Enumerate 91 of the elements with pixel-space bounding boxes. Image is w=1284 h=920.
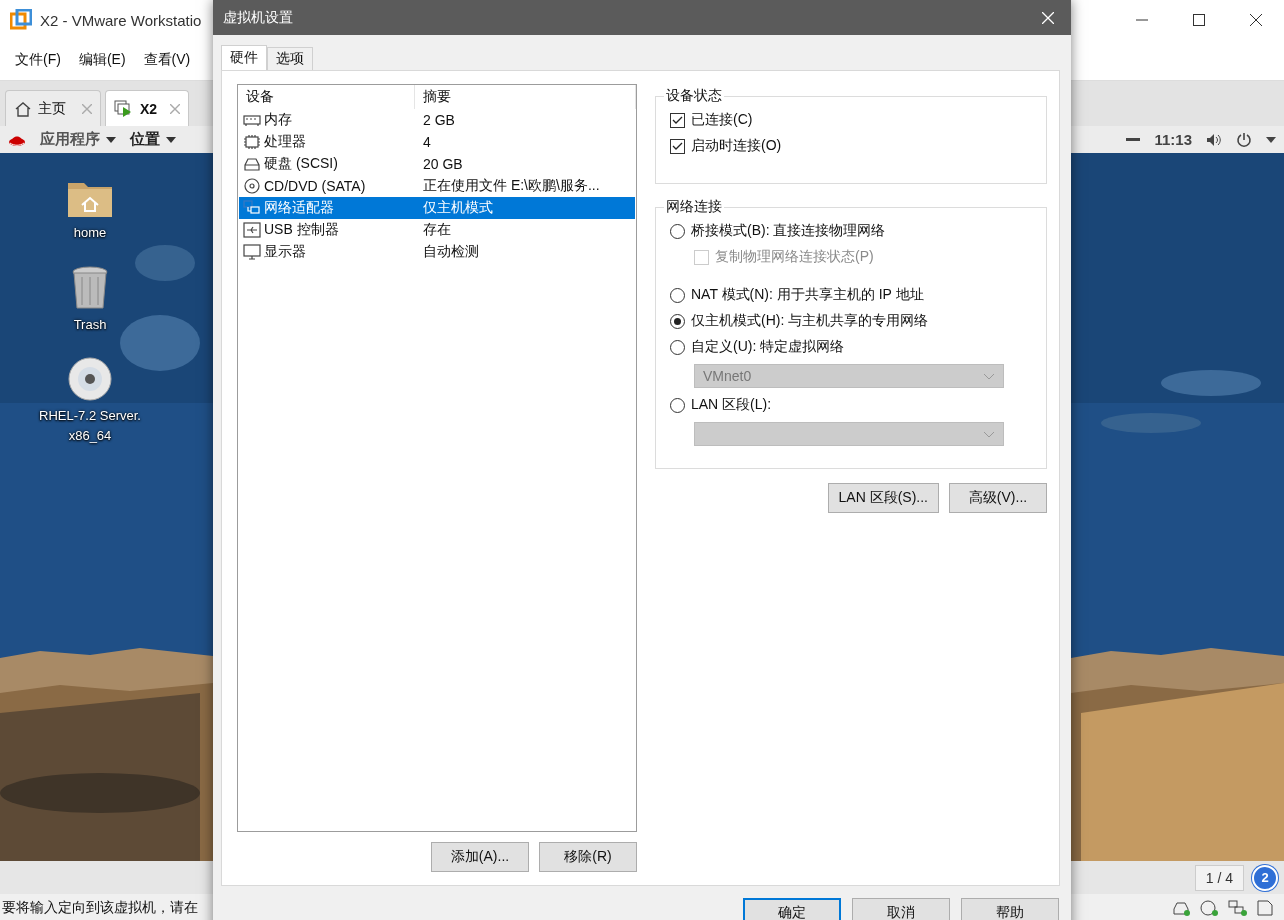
clock[interactable]: 11:13 (1154, 131, 1192, 148)
disc-icon[interactable] (1200, 899, 1220, 916)
column-header[interactable]: 设备 (238, 85, 415, 109)
disc-icon (243, 178, 261, 194)
menu-item[interactable]: 编辑(E) (78, 51, 126, 69)
usb-icon (243, 222, 261, 238)
memory-icon (243, 112, 261, 128)
app-logo-icon (10, 9, 32, 31)
desktop-icon-label[interactable]: RHEL-7.2 Server. x86_64 (27, 406, 153, 445)
desktop-icon-label[interactable]: Trash (73, 314, 107, 334)
tab[interactable]: 硬件 (221, 45, 267, 70)
device-summary: 20 GB (422, 156, 464, 172)
desktop-icon-label[interactable]: home (73, 223, 107, 243)
checkbox[interactable] (670, 112, 685, 128)
device-name: USB 控制器 (264, 221, 339, 239)
radio-button[interactable] (670, 223, 685, 239)
network-icon (243, 200, 261, 216)
home-icon (14, 100, 32, 117)
maximize-icon (1192, 14, 1205, 26)
option-label[interactable]: 启动时连接(O) (691, 137, 782, 155)
option-label[interactable]: NAT 模式(N): 用于共享主机的 IP 地址 (691, 286, 924, 304)
device-row[interactable]: 处理器 4 (239, 131, 635, 153)
dialog-button[interactable]: 帮助 (961, 898, 1059, 920)
close-icon (1249, 14, 1262, 26)
monitor-icon (243, 244, 261, 260)
disc-icon (67, 356, 113, 402)
radio-button[interactable] (670, 397, 685, 413)
dialog-button[interactable]: 确定 (743, 898, 841, 920)
menu-item[interactable]: 查看(V) (143, 51, 191, 69)
device-row[interactable]: CD/DVD (SATA) 正在使用文件 E:\欧鹏\服务... (239, 175, 635, 197)
dialog-button[interactable]: 取消 (852, 898, 950, 920)
device-summary: 正在使用文件 E:\欧鹏\服务... (422, 177, 601, 195)
device-summary: 存在 (422, 221, 452, 239)
network-button[interactable]: LAN 区段(S)... (827, 483, 939, 513)
option-label[interactable]: 仅主机模式(H): 与主机共享的专用网络 (691, 312, 929, 330)
device-row[interactable]: 网络适配器 仅主机模式 (239, 197, 635, 219)
option-label[interactable]: 已连接(C) (691, 111, 753, 129)
device-summary: 4 (422, 134, 432, 150)
document-icon[interactable] (1256, 899, 1274, 916)
device-name: 网络适配器 (264, 199, 334, 217)
notification-badge[interactable]: 2 (1252, 864, 1278, 891)
page-indicator: 1 / 4 (1194, 864, 1244, 891)
device-row[interactable]: 显示器 自动检测 (239, 241, 635, 263)
drive-icon[interactable] (1172, 899, 1192, 916)
dialog-title: 虚拟机设置 (223, 8, 293, 27)
tab[interactable]: 主页 (5, 90, 101, 126)
tab-close-icon[interactable] (170, 103, 180, 114)
chip-icon (243, 134, 261, 150)
option-label[interactable]: 桥接模式(B): 直接连接物理网络 (691, 222, 886, 240)
device-name: 显示器 (264, 243, 306, 261)
checkbox[interactable] (670, 138, 685, 154)
power-icon (1236, 131, 1252, 148)
device-name: 内存 (264, 111, 292, 129)
drive-icon (243, 156, 261, 172)
caret-icon (106, 136, 116, 143)
chevron-down-icon (983, 430, 995, 438)
radio-button[interactable] (670, 313, 685, 329)
device-row[interactable]: 内存 2 GB (239, 109, 635, 131)
group-title: 网络连接 (665, 198, 723, 216)
window-title: X2 - VMware Workstatio (40, 11, 202, 29)
column-header[interactable]: 摘要 (415, 85, 636, 109)
device-row[interactable]: 硬盘 (SCSI) 20 GB (239, 153, 635, 175)
trash-icon (70, 264, 110, 311)
device-summary: 仅主机模式 (422, 199, 494, 217)
network-button[interactable]: 高级(V)... (949, 483, 1047, 513)
menu-item[interactable]: 文件(F) (15, 51, 61, 69)
option-label[interactable]: LAN 区段(L): (691, 396, 772, 414)
caret-icon (166, 136, 176, 143)
group-title: 设备状态 (665, 87, 723, 105)
close-icon (1042, 11, 1054, 24)
device-name: 处理器 (264, 133, 306, 151)
dash-icon (1126, 137, 1141, 142)
panel-menu[interactable]: 位置 (130, 130, 176, 149)
device-row[interactable]: USB 控制器 存在 (239, 219, 635, 241)
device-name: CD/DVD (SATA) (264, 178, 366, 194)
radio-button[interactable] (670, 339, 685, 355)
device-summary: 2 GB (422, 112, 456, 128)
chevron-down-icon (983, 372, 995, 380)
caret-icon (1266, 136, 1276, 143)
tab[interactable]: X2 (105, 90, 189, 126)
list-button[interactable]: 添加(A)... (431, 842, 529, 872)
option-label[interactable]: 自定义(U): 特定虚拟网络 (691, 338, 845, 356)
radio-button[interactable] (670, 287, 685, 303)
device-summary: 自动检测 (422, 243, 480, 261)
tab[interactable]: 选项 (267, 47, 313, 70)
status-text: 要将输入定向到该虚拟机，请在 (2, 898, 198, 917)
device-name: 硬盘 (SCSI) (264, 155, 338, 173)
panel-menu[interactable]: 应用程序 (40, 130, 116, 149)
list-button[interactable]: 移除(R) (539, 842, 637, 872)
volume-icon (1206, 132, 1222, 147)
network-icon[interactable] (1228, 899, 1248, 916)
